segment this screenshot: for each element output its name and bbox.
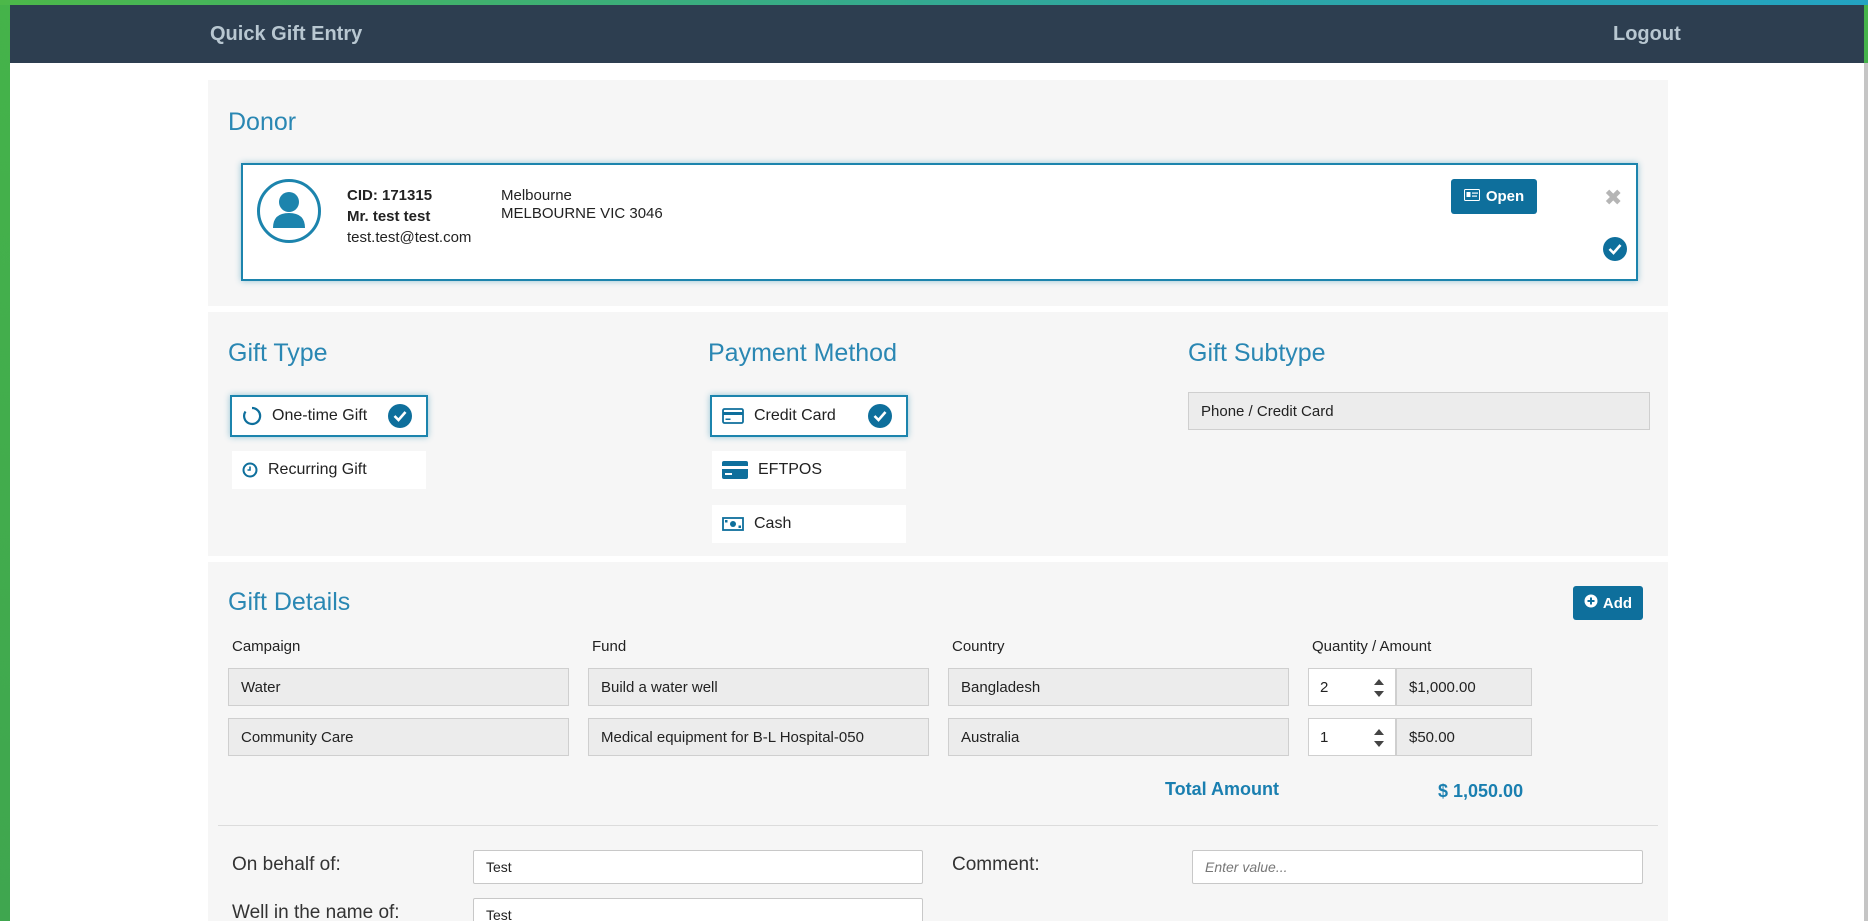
add-gift-button[interactable]: Add [1573,586,1643,620]
donor-name: Mr. test test [347,208,431,225]
fund-select[interactable]: Medical equipment for B-L Hospital-050 [588,718,929,756]
gift-subtype-title: Gift Subtype [1188,339,1326,367]
id-card-icon [1463,188,1480,205]
check-icon [388,404,412,428]
well-name-input[interactable]: Test [473,898,923,921]
option-recurring-gift[interactable]: Recurring Gift [232,451,426,489]
option-eftpos[interactable]: EFTPOS [712,451,906,489]
option-label: EFTPOS [758,461,823,478]
comment-input[interactable]: Enter value... [1192,850,1643,884]
gift-details-title: Gift Details [228,588,351,616]
open-button-label: Open [1485,188,1525,205]
on-behalf-label: On behalf of: [232,854,341,875]
option-label: Cash [754,515,792,532]
on-behalf-input[interactable]: Test [473,850,923,884]
column-header-campaign: Campaign [232,638,301,655]
donor-card[interactable]: CID: 171315 Mr. test test test.test@test… [241,163,1638,281]
option-credit-card[interactable]: Credit Card [710,395,908,437]
column-header-country: Country [952,638,1005,655]
option-cash[interactable]: Cash [712,505,906,543]
option-label: Recurring Gift [268,461,367,478]
donor-section-title: Donor [228,108,297,136]
campaign-select[interactable]: Community Care [228,718,569,756]
amount-field[interactable]: $1,000.00 [1396,668,1532,706]
circle-notch-icon [242,406,262,426]
quantity-stepper[interactable]: 1 [1308,718,1396,756]
quantity-stepper[interactable]: 2 [1308,668,1396,706]
column-header-fund: Fund [592,638,627,655]
spinner-arrows-icon[interactable] [1369,725,1389,751]
logout-link[interactable]: Logout [1613,23,1681,46]
scrollbar[interactable] [1864,63,1868,921]
navbar: Quick Gift Entry Logout [10,5,1864,63]
country-select[interactable]: Australia [948,718,1289,756]
app-title: Quick Gift Entry [210,23,363,45]
clock-icon [242,462,258,478]
campaign-select[interactable]: Water [228,668,569,706]
close-icon[interactable]: ✖ [1604,185,1622,211]
amount-field[interactable]: $50.00 [1396,718,1532,756]
option-one-time-gift[interactable]: One-time Gift [230,395,428,437]
gift-subtype-select[interactable]: Phone / Credit Card [1188,392,1650,430]
credit-card-icon [722,408,744,424]
check-icon [868,404,892,428]
card-icon [722,461,748,479]
avatar-icon [257,179,321,243]
spinner-arrows-icon[interactable] [1369,675,1389,701]
option-label: Credit Card [754,407,836,424]
total-amount-label: Total Amount [1165,779,1279,799]
option-label: One-time Gift [272,407,368,424]
donor-panel: Donor CID: 171315 Mr. test test test.tes… [208,80,1668,306]
fund-select[interactable]: Build a water well [588,668,929,706]
gift-options-panel: Gift Type One-time Gift Recurring Gift P… [208,312,1668,556]
gift-type-title: Gift Type [228,339,328,367]
country-select[interactable]: Bangladesh [948,668,1289,706]
plus-circle-icon [1584,594,1598,612]
quantity-value: 2 [1320,678,1329,696]
check-icon [1603,237,1627,261]
add-button-label: Add [1602,594,1633,612]
column-header-quantity-amount: Quantity / Amount [1312,638,1432,655]
comment-label: Comment: [952,854,1040,875]
total-amount-value: $ 1,050.00 [1438,781,1524,801]
donor-email: test.test@test.com [347,229,472,246]
well-name-label: Well in the name of: [232,902,400,921]
gift-details-panel: Gift Details Add Campaign Fund Country Q… [208,562,1668,921]
donor-address: MELBOURNE VIC 3046 [501,205,663,222]
donor-city: Melbourne [501,187,572,204]
donor-cid: CID: 171315 [347,187,433,204]
money-bill-icon [722,517,744,531]
payment-method-title: Payment Method [708,339,897,367]
divider [218,825,1658,826]
open-donor-button[interactable]: Open [1451,179,1537,214]
quantity-value: 1 [1320,728,1329,746]
